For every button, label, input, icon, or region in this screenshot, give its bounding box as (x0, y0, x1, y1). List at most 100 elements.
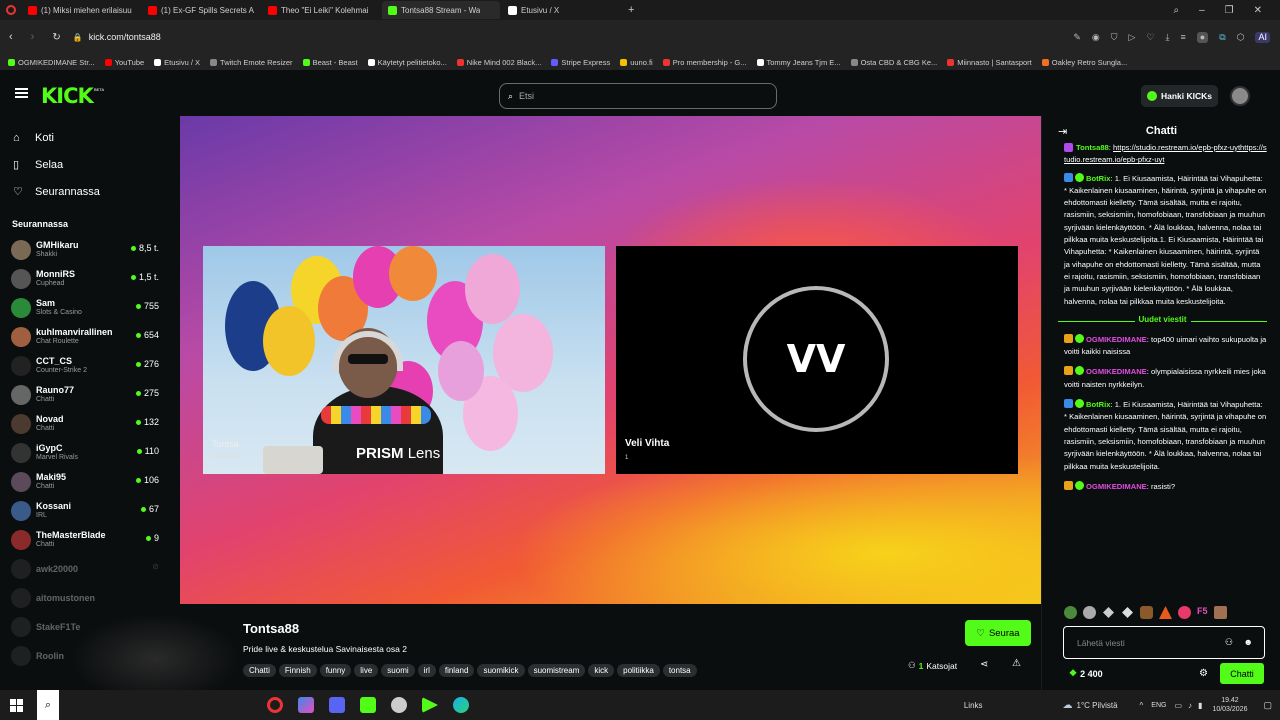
opera-taskbar-icon[interactable] (267, 697, 283, 713)
share-icon[interactable]: ⋖ (980, 659, 988, 670)
minimize-icon[interactable]: – (1199, 5, 1205, 16)
search-tabs-icon[interactable]: ⌕ (1173, 5, 1179, 16)
cube-icon[interactable]: ⬡ (1237, 32, 1245, 43)
user-avatar[interactable] (1230, 86, 1250, 106)
clock[interactable]: 19.42 10/03/2026 (1212, 696, 1247, 714)
stream-tag[interactable]: suomikick (477, 664, 525, 677)
bookmark-item[interactable]: Pro membership - G... (662, 58, 747, 67)
emote-fire-icon[interactable] (1159, 606, 1172, 619)
media-taskbar-icon[interactable] (422, 697, 438, 713)
followed-channel[interactable]: Rauno77 Chatti 275 (0, 380, 180, 409)
notification-icon[interactable]: ▢ (1263, 700, 1272, 711)
channel-name[interactable]: Tontsa88 (243, 621, 299, 636)
sidebar-item-seurannassa[interactable]: ♡ Seurannassa (0, 178, 180, 205)
profile-icon[interactable]: ● (1196, 31, 1209, 43)
extension-icon[interactable]: ⧉ (1219, 32, 1225, 43)
followed-channel[interactable]: MonniRS Cuphead 1,5 t. (0, 264, 180, 293)
follow-button[interactable]: ♡ Seuraa (965, 620, 1031, 646)
sidebar-item-koti[interactable]: ⌂ Koti (0, 124, 180, 151)
bookmark-item[interactable]: YouTube (104, 58, 144, 67)
back-icon[interactable]: ‹ (9, 31, 13, 43)
browser-tab[interactable]: (1) Ex-GF Spills Secrets Ab (142, 1, 260, 19)
bookmark-item[interactable]: Beast - Beast (302, 58, 358, 67)
chat-username[interactable]: OGMIKEDIMANE (1086, 367, 1147, 376)
chat-username[interactable]: OGMIKEDIMANE (1086, 335, 1147, 344)
emote-bandage-icon[interactable] (1121, 606, 1134, 619)
bookmark-item[interactable]: Miinnasto | Santasport (947, 58, 1032, 67)
stream-tag[interactable]: irl (417, 664, 436, 677)
kick-logo[interactable]: KICK (41, 84, 94, 108)
tray-chevron-icon[interactable]: ^ (1140, 701, 1144, 710)
bookmark-item[interactable]: Twitch Emote Resizer (210, 58, 293, 67)
heart-icon[interactable]: ♡ (1146, 32, 1154, 43)
bookmark-item[interactable]: uuno.fi (620, 58, 653, 67)
emote-skull-icon[interactable] (1083, 606, 1096, 619)
ai-icon[interactable]: AI (1255, 31, 1270, 43)
opera-icon[interactable] (6, 5, 16, 15)
emote-cs-icon[interactable] (1178, 606, 1191, 619)
stream-tag[interactable]: tontsa (662, 664, 697, 677)
close-icon[interactable]: ✕ (1254, 5, 1262, 16)
emote-face-icon[interactable] (1213, 606, 1227, 619)
followed-channel[interactable]: GMHikaru Shakki 8,5 t. (0, 235, 180, 264)
chat-username[interactable]: Tontsa88 (1076, 143, 1109, 152)
app-taskbar-icon[interactable] (391, 697, 407, 713)
bookmark-item[interactable]: Tommy Jeans Tjm E... (756, 58, 841, 67)
chat-username[interactable]: BotRix (1086, 400, 1110, 409)
browser-tab[interactable]: Theo "Ei Leiki" Kolehmai (262, 1, 380, 19)
stream-tag[interactable]: funny (319, 664, 352, 677)
send-chat-button[interactable]: Chatti (1220, 663, 1264, 684)
bookmark-item[interactable]: Etusivu / X (154, 58, 200, 67)
bookmark-item[interactable]: Osta CBD & CBG Ke... (850, 58, 937, 67)
windows-start-icon[interactable] (10, 698, 23, 712)
new-tab-icon[interactable]: + (628, 4, 634, 16)
hamburger-menu-icon[interactable] (15, 88, 28, 98)
emote-menu-icon[interactable]: ⚇ (1225, 637, 1233, 648)
search-icon[interactable]: ⌕ (37, 690, 59, 720)
channel-points[interactable]: ❖ 2 400 (1069, 668, 1103, 679)
browser-tab[interactable]: Tontsa88 Stream - Wa (382, 1, 500, 19)
battery-icon[interactable]: ▮ (1198, 701, 1202, 710)
photoshop-taskbar-icon[interactable] (298, 697, 314, 713)
search-input[interactable]: ⌕ Etsi (499, 83, 777, 109)
followed-channel[interactable]: TheMasterBlade Chatti 9 (0, 525, 180, 554)
stream-tag[interactable]: Finnish (278, 664, 317, 677)
followed-channel[interactable]: iGypC Marvel Rivals 110 (0, 438, 180, 467)
chat-username[interactable]: OGMIKEDIMANE (1086, 482, 1147, 491)
emote-f5-icon[interactable]: F5 (1197, 606, 1208, 619)
url-field[interactable]: kick.com/tontsa88 (89, 32, 161, 42)
stream-tag[interactable]: kick (588, 664, 615, 677)
get-kicks-button[interactable]: Hanki KICKs (1141, 85, 1219, 107)
links-toolbar[interactable]: Links (964, 701, 983, 710)
followed-channel[interactable]: Sam Slots & Casino 755 (0, 293, 180, 322)
weather-text[interactable]: 1°C Pilvistä (1077, 701, 1118, 710)
bookmark-item[interactable]: Nike Mind 002 Black... (456, 58, 541, 67)
followed-channel[interactable]: CCT_CS Counter-Strike 2 276 (0, 351, 180, 380)
forward-icon[interactable]: › (31, 31, 35, 43)
followed-channel[interactable]: awk20000 ⊘ (0, 554, 180, 583)
followed-channel[interactable]: Novad Chatti 132 (0, 409, 180, 438)
discord-taskbar-icon[interactable] (329, 697, 345, 713)
emote-pepe-icon[interactable] (1064, 606, 1077, 619)
emote-knife-icon[interactable] (1102, 606, 1115, 619)
stream-tag[interactable]: finland (438, 664, 475, 677)
browser-tab[interactable]: (1) Miksi miehen erilaisuu (22, 1, 140, 19)
language-indicator[interactable]: ENG (1151, 702, 1166, 709)
volume-icon[interactable]: ♪ (1188, 701, 1192, 710)
emoji-icon[interactable]: ☻ (1244, 637, 1253, 647)
bookmark-item[interactable]: OGMIKEDIMANE Str... (8, 58, 95, 67)
kick-taskbar-icon[interactable] (360, 697, 376, 713)
report-icon[interactable]: ⚠ (1012, 658, 1021, 669)
emote-dance-icon[interactable] (1140, 606, 1153, 619)
shield-icon[interactable]: ⛉ (1111, 32, 1118, 43)
bookmark-item[interactable]: Stripe Express (551, 58, 610, 67)
stream-tag[interactable]: politiikka (617, 664, 660, 677)
stream-tag[interactable]: live (354, 664, 379, 677)
play-icon[interactable]: ▷ (1129, 32, 1136, 43)
followed-channel[interactable]: kuhlmanvirallinen Chat Roulette 654 (0, 322, 180, 351)
edge-taskbar-icon[interactable] (453, 697, 469, 713)
sidebar-item-selaa[interactable]: ▯ Selaa (0, 151, 180, 178)
reload-icon[interactable]: ↻ (52, 32, 60, 43)
chat-settings-icon[interactable]: ⚙ (1199, 668, 1208, 679)
chat-username[interactable]: BotRix (1086, 174, 1110, 183)
